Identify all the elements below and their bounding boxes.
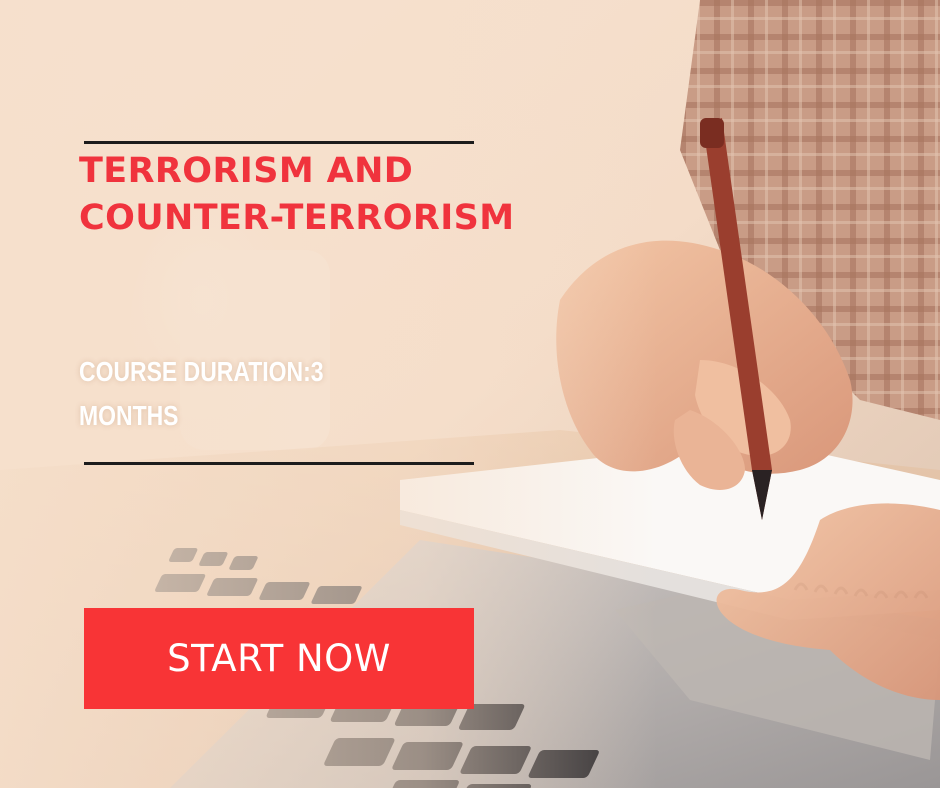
course-title-line-1: TERRORISM AND bbox=[79, 151, 414, 191]
start-now-button[interactable]: START NOW bbox=[84, 608, 474, 709]
course-title: TERRORISM AND COUNTER-TERRORISM bbox=[79, 148, 515, 242]
course-duration-line-2: MONTHS bbox=[79, 400, 179, 431]
start-now-label: START NOW bbox=[167, 637, 391, 680]
course-duration-line-1: COURSE DURATION:3 bbox=[79, 356, 324, 387]
course-promo-banner: TERRORISM AND COUNTER-TERRORISM COURSE D… bbox=[0, 0, 940, 788]
top-divider bbox=[84, 141, 474, 144]
bottom-divider bbox=[84, 462, 474, 465]
course-duration: COURSE DURATION:3 MONTHS bbox=[79, 350, 341, 438]
course-title-line-2: COUNTER-TERRORISM bbox=[79, 198, 515, 238]
